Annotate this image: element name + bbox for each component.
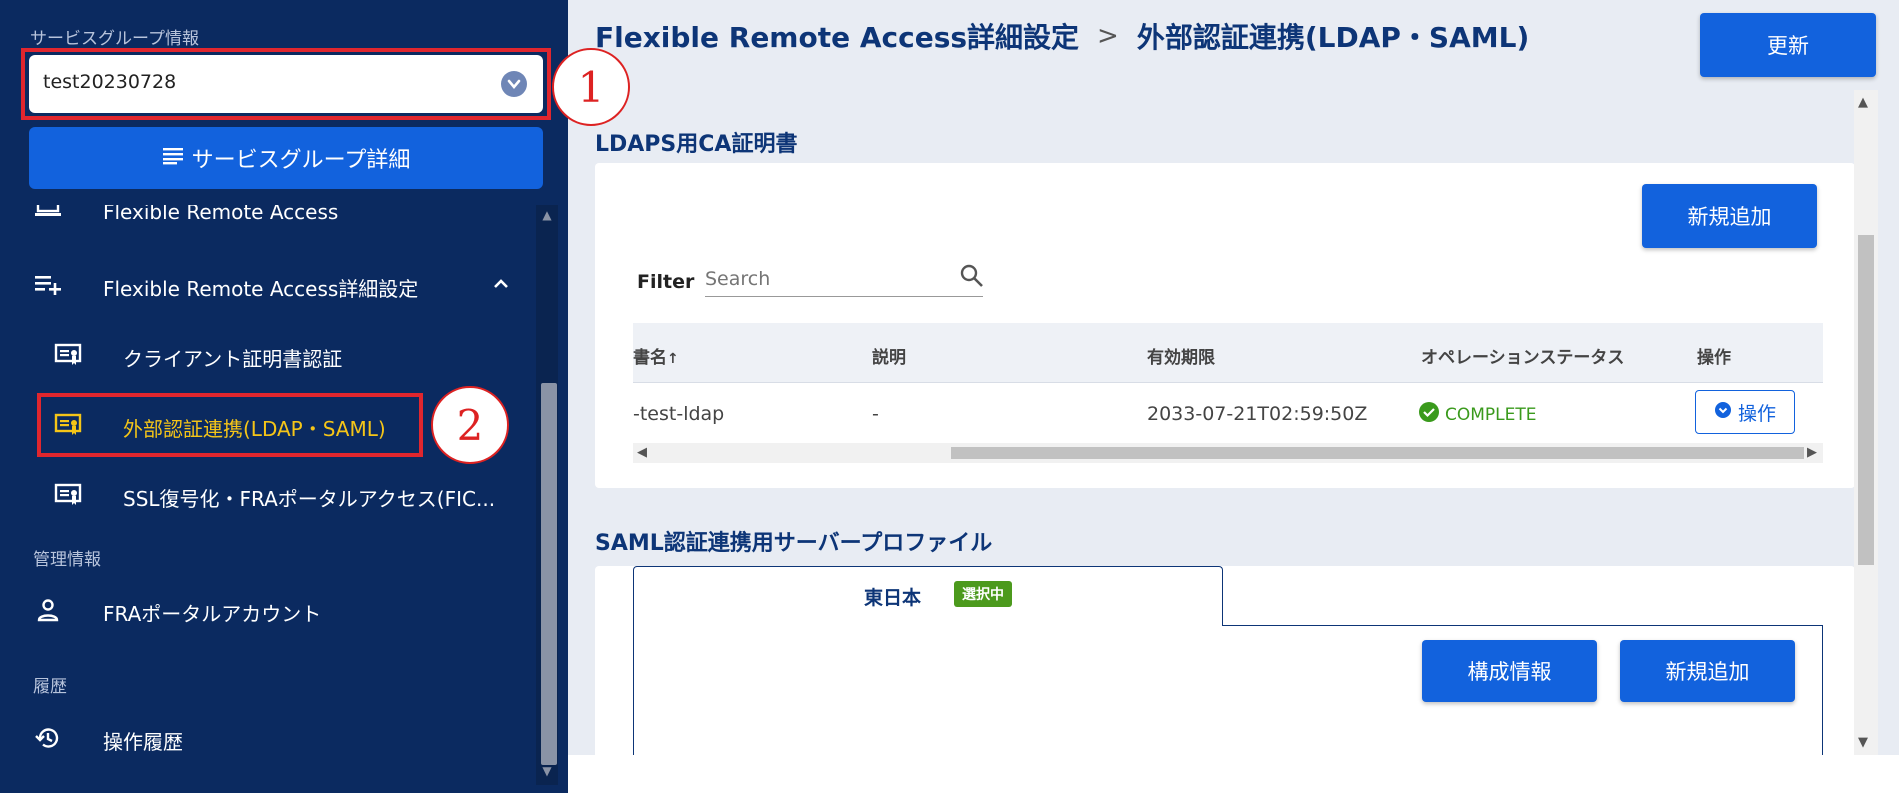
sidebar-item-label: SSL復号化・FRAポータルアクセス(FIC... [123, 487, 496, 511]
sidebar-item-label: クライアント証明書認証 [123, 347, 343, 371]
ldaps-table: 書名↑ 説明 有効期限 オペレーションステータス 操作 -test-ldap -… [633, 323, 1823, 463]
bottom-blank-area [568, 755, 1899, 793]
scroll-up-icon[interactable]: ▲ [539, 207, 555, 223]
sidebar: サービスグループ情報 test20230728 1 サービスグループ詳細 Fle… [0, 0, 630, 793]
cell-expiry: 2033-07-21T02:59:50Z [1147, 403, 1368, 425]
breadcrumb-separator: > [1097, 21, 1119, 51]
column-header-operation: 操作 [1697, 348, 1731, 368]
sidebar-item-fra-portal-account[interactable]: FRAポータルアカウント [0, 585, 530, 635]
sidebar-item-label: 操作履歴 [103, 730, 183, 754]
cell-status: COMPLETE [1418, 401, 1537, 428]
sidebar-item-label: Flexible Remote Access詳細設定 [103, 277, 419, 301]
chevron-up-icon[interactable] [490, 273, 512, 295]
main-scroll-thumb[interactable] [1858, 235, 1874, 565]
status-text: COMPLETE [1445, 404, 1537, 425]
certificate-icon [53, 480, 83, 510]
sort-arrow-up-icon: ↑ [667, 351, 679, 367]
chevron-down-icon [1714, 401, 1732, 424]
sidebar-item-label: FRAポータルアカウント [103, 602, 322, 626]
ldaps-add-button[interactable]: 新規追加 [1642, 184, 1817, 248]
service-group-detail-label: サービスグループ詳細 [191, 148, 411, 173]
column-header-status: オペレーションステータス [1421, 348, 1625, 368]
service-group-value: test20230728 [43, 71, 177, 93]
laptop-icon [33, 205, 63, 222]
sidebar-item-fra[interactable]: Flexible Remote Access [0, 205, 530, 232]
service-group-select[interactable]: test20230728 [29, 55, 543, 113]
sidebar-item-label: 外部認証連携(LDAP・SAML) [123, 417, 386, 441]
ldaps-section-title: LDAPS用CA証明書 [595, 132, 798, 157]
update-button[interactable]: 更新 [1700, 13, 1876, 77]
tab-panel: 構成情報 新規追加 [633, 625, 1823, 755]
chevron-down-icon[interactable] [501, 71, 527, 97]
scroll-left-icon[interactable]: ◀ [637, 445, 647, 460]
main-area: Flexible Remote Access詳細設定 > 外部認証連携(LDAP… [568, 0, 1899, 793]
service-group-caption: サービスグループ情報 [30, 29, 199, 49]
sidebar-item-operation-history[interactable]: 操作履歴 [0, 713, 530, 763]
search-icon[interactable] [959, 263, 985, 293]
config-info-button[interactable]: 構成情報 [1422, 640, 1597, 702]
content-scroll-area: LDAPS用CA証明書 新規追加 Filter 書名↑ 説明 有効期限 オペレー… [568, 90, 1878, 755]
sidebar-nav: Flexible Remote Access Flexible Remote A… [0, 205, 560, 793]
person-icon [33, 595, 63, 625]
horizontal-scroll-thumb[interactable] [951, 447, 1804, 459]
ldaps-card: 新規追加 Filter 書名↑ 説明 有効期限 オペレーションステータス 操作 … [595, 163, 1855, 488]
playlist-add-icon [33, 270, 63, 300]
search-input[interactable] [705, 261, 983, 297]
sidebar-item-fra-advanced[interactable]: Flexible Remote Access詳細設定 [0, 260, 530, 310]
sidebar-item-ssl-decrypt[interactable]: SSL復号化・FRAポータルアクセス(FIC... [0, 470, 530, 520]
certificate-icon [53, 340, 83, 370]
saml-add-button[interactable]: 新規追加 [1620, 640, 1795, 702]
list-icon [162, 145, 184, 171]
filter-label: Filter [637, 271, 695, 293]
breadcrumb-current: 外部認証連携(LDAP・SAML) [1136, 21, 1530, 54]
certificate-icon [53, 410, 83, 440]
breadcrumb-parent[interactable]: Flexible Remote Access詳細設定 [595, 16, 1079, 56]
annotation-marker-2: 2 [431, 386, 509, 464]
scroll-up-icon[interactable]: ▲ [1858, 95, 1868, 110]
cell-description: - [872, 403, 879, 425]
operation-button[interactable]: 操作 [1695, 390, 1795, 434]
sidebar-item-client-cert[interactable]: クライアント証明書認証 [0, 330, 530, 380]
table-row: -test-ldap - 2033-07-21T02:59:50Z COMPLE… [633, 383, 1823, 443]
check-circle-icon [1418, 401, 1440, 428]
column-header-expiry: 有効期限 [1147, 348, 1215, 368]
scroll-down-icon[interactable]: ▼ [539, 763, 555, 779]
tab-label: 東日本 [864, 587, 922, 609]
saml-section-title: SAML認証連携用サーバープロファイル [595, 531, 993, 556]
tab-east-japan[interactable]: 東日本 選択中 [633, 566, 1223, 626]
scroll-right-icon[interactable]: ▶ [1807, 445, 1817, 460]
sidebar-scroll-thumb[interactable] [541, 383, 557, 765]
service-group-detail-button[interactable]: サービスグループ詳細 [29, 127, 543, 189]
scroll-down-icon[interactable]: ▼ [1858, 735, 1868, 750]
breadcrumb: Flexible Remote Access詳細設定 > 外部認証連携(LDAP… [595, 16, 1529, 56]
section-label-history: 履歴 [33, 677, 67, 697]
section-label-management: 管理情報 [33, 550, 101, 570]
table-header: 書名↑ 説明 有効期限 オペレーションステータス 操作 [633, 323, 1823, 383]
history-icon [33, 723, 63, 753]
table-horizontal-scrollbar[interactable]: ◀ ▶ [633, 443, 1823, 463]
column-header-name[interactable]: 書名↑ [633, 343, 679, 368]
operation-button-label: 操作 [1737, 402, 1776, 425]
sidebar-item-label: Flexible Remote Access [103, 205, 339, 224]
cell-name: -test-ldap [633, 403, 725, 425]
selected-badge: 選択中 [954, 581, 1012, 607]
saml-card: 構成情報 新規追加 東日本 選択中 [595, 566, 1855, 755]
column-header-description: 説明 [872, 348, 906, 368]
